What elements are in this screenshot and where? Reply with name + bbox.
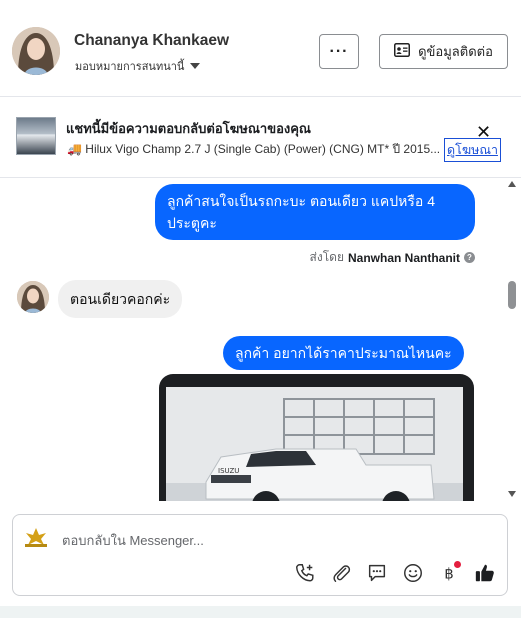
assign-label: มอบหมายการสนทนานี้ (75, 61, 185, 73)
reply-input[interactable]: ตอบกลับใน Messenger... (62, 530, 204, 551)
outgoing-message[interactable]: ลูกค้าสนใจเป็นรถกะบะ ตอนเดียว แคปหรือ 4 … (155, 184, 475, 240)
contact-avatar[interactable] (12, 27, 60, 75)
ad-banner-subtitle: 🚚 Hilux Vigo Champ 2.7 J (Single Cab) (P… (67, 142, 441, 156)
page-logo (23, 525, 49, 549)
assign-conversation-dropdown[interactable]: มอบหมายการสนทนานี้ (75, 57, 201, 75)
chat-scrollbar[interactable] (503, 178, 521, 501)
more-icon: ··· (329, 42, 349, 60)
footer-strip (0, 606, 521, 618)
contact-avatar-small (17, 281, 49, 313)
scroll-up-arrow[interactable] (508, 181, 516, 187)
contact-name[interactable]: Chananya Khankaew (74, 32, 229, 50)
sent-by-name: Nanwhan Nanthanit (347, 250, 460, 265)
notification-dot (454, 561, 461, 568)
close-icon[interactable]: ✕ (476, 123, 491, 141)
baht-icon[interactable]: ฿ (437, 561, 461, 585)
ad-reply-banner: แชทนี้มีข้อความตอบกลับต่อโฆษณาของคุณ 🚚 H… (0, 98, 521, 178)
view-ad-link[interactable]: ดูโฆษณา (444, 138, 501, 162)
composer-area: ตอบกลับใน Messenger... ฿ (0, 501, 521, 618)
call-add-icon[interactable] (293, 561, 317, 585)
incoming-message[interactable]: ตอนเดียวคอกค่ะ (58, 280, 183, 318)
contact-card-icon (394, 43, 411, 60)
sent-by-prefix: ส่งโดย (309, 250, 344, 264)
saved-replies-icon[interactable] (365, 561, 389, 585)
attach-icon[interactable] (329, 561, 353, 585)
emoji-icon[interactable] (401, 561, 425, 585)
svg-text:ISUZU: ISUZU (218, 467, 239, 475)
view-contact-info-button[interactable]: ดูข้อมูลติดต่อ (379, 34, 508, 69)
scroll-down-arrow[interactable] (508, 491, 516, 497)
help-icon[interactable]: ? (464, 252, 475, 263)
svg-text:฿: ฿ (444, 566, 453, 583)
message-thread: ลูกค้าสนใจเป็นรถกะบะ ตอนเดียว แคปหรือ 4 … (0, 178, 521, 501)
contact-info-label: ดูข้อมูลติดต่อ (418, 44, 493, 59)
more-button[interactable]: ··· (319, 34, 359, 69)
composer-toolbar: ฿ (293, 561, 497, 585)
image-attachment[interactable]: ISUZU (159, 374, 474, 501)
ad-banner-title: แชทนี้มีข้อความตอบกลับต่อโฆษณาของคุณ (66, 121, 311, 136)
ad-thumbnail (16, 117, 56, 155)
conversation-header: Chananya Khankaew มอบหมายการสนทนานี้ ···… (0, 0, 521, 97)
sent-by-label: ส่งโดย Nanwhan Nanthanit ? (310, 248, 475, 267)
truck-photo: ISUZU (166, 387, 463, 501)
caret-down-icon (190, 63, 201, 69)
reply-composer[interactable]: ตอบกลับใน Messenger... ฿ (12, 514, 508, 596)
scroll-thumb[interactable] (508, 281, 516, 309)
outgoing-message[interactable]: ลูกค้า อยากได้ราคาประมาณไหนคะ (223, 336, 464, 370)
like-icon[interactable] (473, 561, 497, 585)
